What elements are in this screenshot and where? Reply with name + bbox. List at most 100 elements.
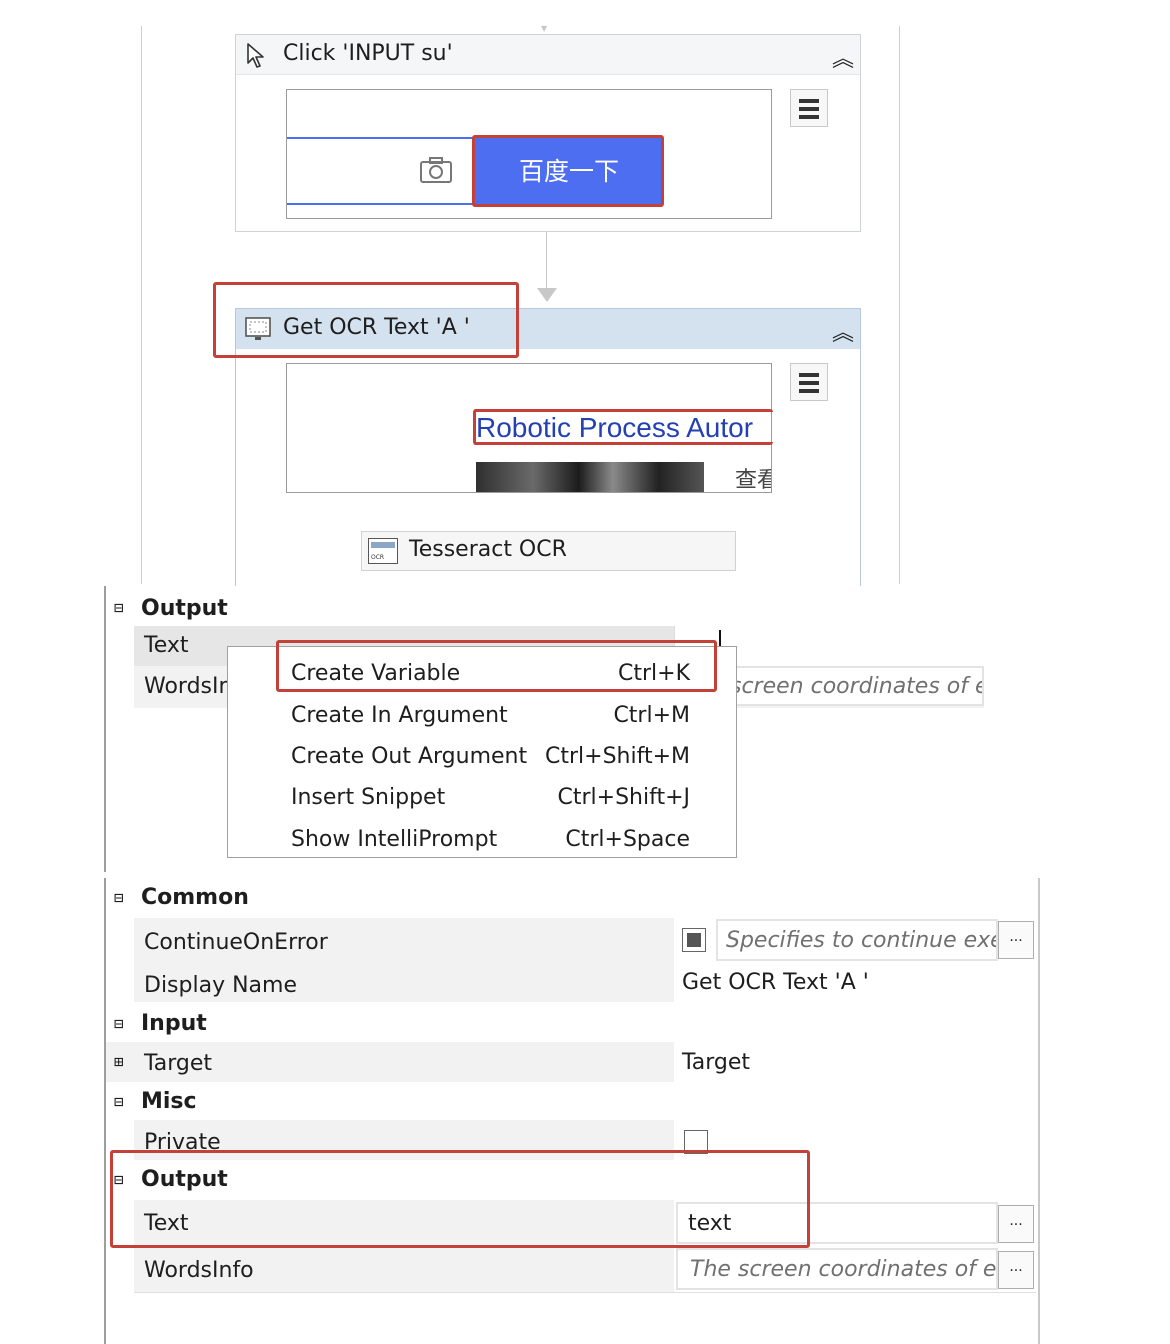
category-misc[interactable]: ⊟ Misc [106,1082,1036,1120]
displayname-value-field[interactable]: Get OCR Text 'A ' [674,962,1036,1002]
category-output[interactable]: ⊟ Output [106,1160,1036,1200]
target-value: Target [682,1050,751,1075]
wordsinfo-value-field[interactable]: screen coordinates of e [704,666,984,706]
menu-item-label: Show IntelliPrompt [291,827,498,852]
panel-left-border [104,586,106,872]
category-output-label: Output [141,596,228,621]
menu-item-create-variable[interactable]: Create Variable Ctrl+K [228,650,736,692]
category-misc-label: Misc [141,1089,197,1114]
properties-panel-bottom: ⊟ Common ContinueOnError Specifies to co… [104,878,1058,1344]
menu-item-label: Create In Argument [291,703,508,728]
preview-link-text: Robotic Process Autor [476,412,754,443]
property-name-continueonerror: ContinueOnError [144,930,328,955]
displayname-value: Get OCR Text 'A ' [682,970,869,995]
property-name-wordsinfo: WordsInfo [144,1258,254,1283]
collapse-icon[interactable]: ⊟ [114,890,124,906]
menu-item-create-in-argument[interactable]: Create In Argument Ctrl+M [228,692,736,734]
property-row-text[interactable]: Text text ... [134,1200,1036,1246]
camera-icon [419,156,453,188]
text-ellipsis-button[interactable]: ... [998,1205,1034,1243]
panel-right-border [1038,878,1040,1344]
property-name-displayname: Display Name [144,973,297,998]
menu-item-shortcut: Ctrl+M [613,703,690,728]
menu-item-show-intelliprompt[interactable]: Show IntelliPrompt Ctrl+Space [228,816,736,858]
property-name-target: Target [144,1051,213,1076]
menu-item-create-out-argument[interactable]: Create Out Argument Ctrl+Shift+M [228,733,736,775]
collapse-icon[interactable]: ⊟ [114,600,124,616]
click-activity-title: Click 'INPUT su' [283,41,453,66]
cursor-icon [244,41,270,73]
continueonerror-value: Specifies to continue exe ... [674,918,1036,962]
menu-item-shortcut: Ctrl+Space [565,827,690,852]
ocr-engine-icon: OCR [368,538,398,564]
category-common-label: Common [141,885,249,910]
property-name-wordsinfo: WordsIn [144,674,233,699]
property-name-text: Text [144,633,189,658]
text-value: text ... [674,1200,1036,1246]
expand-icon[interactable]: ⊞ [114,1054,124,1070]
context-menu: Create Variable Ctrl+K Create In Argumen… [227,646,737,858]
property-row-displayname[interactable]: Display Name Get OCR Text 'A ' [134,962,1036,1002]
category-input-label: Input [141,1011,207,1036]
text-value-content: text [688,1211,732,1236]
ocr-activity-title: Get OCR Text 'A ' [283,315,470,340]
text-value-field[interactable]: text [676,1202,998,1244]
property-row-wordsinfo[interactable]: WordsInfo The screen coordinates of e ..… [134,1246,1036,1292]
menu-item-shortcut: Ctrl+Shift+J [557,785,690,810]
property-row-private[interactable]: Private [134,1120,1036,1160]
continueonerror-field[interactable]: Specifies to continue exe [716,919,998,961]
connector-top-arrow: ▼ [541,24,548,33]
wordsinfo-value: The screen coordinates of e ... [674,1246,1036,1292]
wordsinfo-value-field[interactable]: The screen coordinates of e [676,1248,998,1290]
continueonerror-hint: Specifies to continue exe [726,928,998,953]
collapse-chevron-icon[interactable]: ︽ [832,315,854,347]
collapse-icon[interactable]: ⊟ [114,1094,124,1110]
designer-left-border [141,26,142,584]
property-name-private: Private [144,1130,221,1155]
category-output-label: Output [141,1167,228,1192]
designer-right-border [899,26,900,584]
preview-image-fragment [476,462,704,492]
menu-item-shortcut: Ctrl+Shift+M [545,744,690,769]
preview-side-text: 查看 [735,468,771,493]
click-activity-header[interactable]: Click 'INPUT su' ︽ [236,35,860,75]
hamburger-menu-icon[interactable] [790,363,828,401]
click-target-preview: 百度一下 [286,89,772,219]
grid-bottom-line [134,1292,1036,1293]
ocr-target-preview: Robotic Process Autor 查看 [286,363,772,493]
collapse-chevron-icon[interactable]: ︽ [832,41,854,73]
connector-line [546,232,547,292]
wordsinfo-hint: screen coordinates of e [730,674,984,699]
ocr-activity-header[interactable]: Get OCR Text 'A ' ︽ [236,309,860,349]
menu-item-insert-snippet[interactable]: Insert Snippet Ctrl+Shift+J [228,774,736,816]
category-input[interactable]: ⊟ Input [106,1004,1036,1042]
hamburger-menu-icon[interactable] [790,89,828,127]
connector-arrow-icon [537,288,557,302]
collapse-icon[interactable]: ⊟ [114,1016,124,1032]
indeterminate-checkbox[interactable] [682,928,706,952]
wordsinfo-ellipsis-button[interactable]: ... [998,1251,1034,1289]
baidu-search-button: 百度一下 [475,137,663,205]
click-activity[interactable]: Click 'INPUT su' ︽ 百度一下 [235,34,861,232]
menu-item-label: Create Out Argument [291,744,528,769]
menu-item-shortcut: Ctrl+K [617,661,690,686]
ocr-engine-slot[interactable]: OCR Tesseract OCR [361,531,736,571]
property-row-target[interactable]: ⊞ Target Target [106,1042,1036,1082]
workflow-designer: ▼ Click 'INPUT su' ︽ 百度一下 Get OCR Text '… [0,0,1170,588]
menu-item-label: Insert Snippet [291,785,446,810]
property-row-continueonerror[interactable]: ContinueOnError Specifies to continue ex… [134,918,1036,962]
ocr-engine-label: Tesseract OCR [409,537,567,562]
property-name-text: Text [144,1211,189,1236]
category-common[interactable]: ⊟ Common [106,878,1036,918]
category-output[interactable]: ⊟ Output [106,590,984,626]
screen-scraping-icon [244,315,272,347]
baidu-search-button-label: 百度一下 [518,156,619,186]
continueonerror-ellipsis-button[interactable]: ... [998,921,1034,959]
get-ocr-text-activity[interactable]: Get OCR Text 'A ' ︽ Robotic Process Auto… [235,308,861,588]
collapse-icon[interactable]: ⊟ [114,1172,124,1188]
target-value-field[interactable]: Target [674,1042,1036,1082]
menu-item-label: Create Variable [291,661,461,686]
wordsinfo-hint: The screen coordinates of e [690,1257,997,1282]
private-checkbox[interactable] [684,1130,708,1154]
private-value [674,1120,1036,1160]
